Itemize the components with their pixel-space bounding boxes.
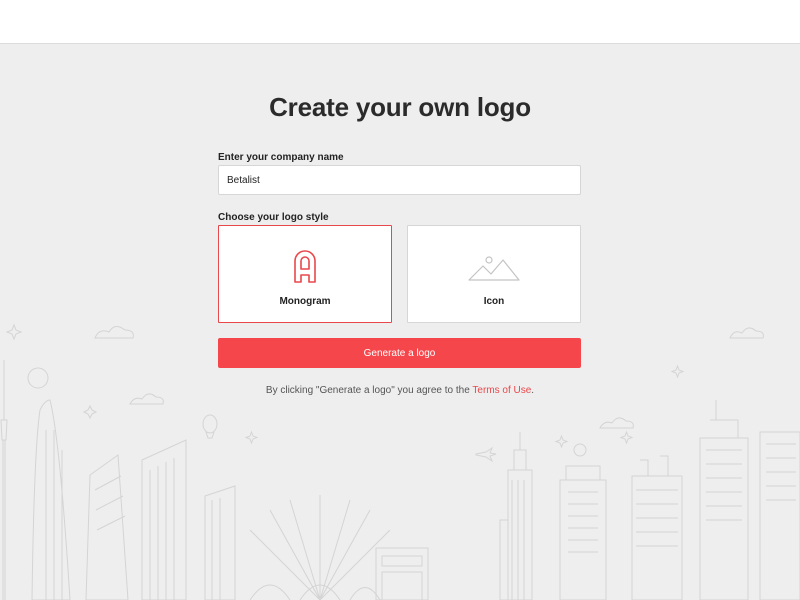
terms-of-use-link[interactable]: Terms of Use xyxy=(472,385,531,396)
main-content: Create your own logo Enter your company … xyxy=(0,44,800,600)
logo-style-label: Choose your logo style xyxy=(218,212,329,223)
style-option-icon[interactable]: Icon xyxy=(407,225,581,323)
page-title: Create your own logo xyxy=(269,92,531,122)
company-name-input[interactable] xyxy=(218,165,581,195)
mountain-landscape-icon xyxy=(408,250,580,284)
style-option-label: Monogram xyxy=(279,296,331,307)
terms-suffix: . xyxy=(531,385,535,396)
terms-prefix: By clicking "Generate a logo" you agree … xyxy=(265,385,473,396)
top-bar xyxy=(0,0,800,44)
terms-notice: By clicking "Generate a logo" you agree … xyxy=(0,385,800,396)
style-option-label: Icon xyxy=(483,296,505,307)
style-option-monogram[interactable]: Monogram xyxy=(218,225,392,323)
company-name-label: Enter your company name xyxy=(218,152,344,163)
generate-logo-button[interactable]: Generate a logo xyxy=(218,338,581,368)
monogram-a-icon xyxy=(219,250,391,284)
